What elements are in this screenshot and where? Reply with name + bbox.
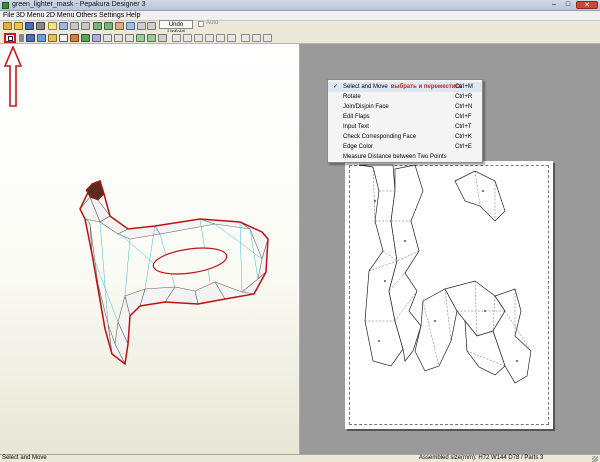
menu-help[interactable]: Help <box>126 12 140 19</box>
view-back-icon[interactable] <box>205 34 214 42</box>
view-front-icon[interactable] <box>183 34 192 42</box>
menu-item-label: Edge Color <box>343 144 374 150</box>
menu-item-shortcut: Ctrl+M <box>455 84 473 90</box>
menu-item-shortcut: Ctrl+T <box>455 124 472 130</box>
toolbar-edit <box>0 32 600 44</box>
checkmark-icon: ✓ <box>333 84 339 90</box>
settings-icon[interactable] <box>147 22 156 30</box>
add-part-icon[interactable] <box>136 34 145 42</box>
dropdown-arrow-icon[interactable] <box>19 34 24 42</box>
menu-file[interactable]: File <box>3 12 14 19</box>
view-top-icon[interactable] <box>172 34 181 42</box>
maximize-button[interactable]: □ <box>562 1 574 9</box>
menu-others[interactable]: Others <box>76 12 97 19</box>
move-icon[interactable] <box>125 34 134 42</box>
save-icon[interactable] <box>25 22 34 30</box>
view-3d[interactable] <box>0 44 300 454</box>
window-title: green_lighter_mask - Pepakura Designer 3 <box>12 1 146 8</box>
toolbar-main <box>0 21 600 32</box>
status-mode: Select and Move <box>2 455 47 461</box>
new-file-icon[interactable] <box>3 22 12 30</box>
edge-color-icon[interactable] <box>81 34 90 42</box>
join-face-icon[interactable] <box>37 34 46 42</box>
refresh-icon[interactable] <box>263 34 272 42</box>
resize-grip-icon[interactable] <box>592 456 598 462</box>
remove-part-icon[interactable] <box>147 34 156 42</box>
scale-icon[interactable] <box>59 22 68 30</box>
texture-icon[interactable] <box>115 22 124 30</box>
rotate-icon[interactable] <box>26 34 35 42</box>
app-icon <box>2 2 9 9</box>
menu-item-select-and-move[interactable]: ✓ Select and Move выбрать и переместить C… <box>328 82 482 92</box>
paper-sheet <box>345 161 553 429</box>
menu-item-shortcut: Ctrl+R <box>455 94 473 100</box>
menu-item-label: Measure Distance between Two Points <box>343 154 447 160</box>
menu-item-measure-distance[interactable]: Measure Distance between Two Points <box>328 152 482 162</box>
menu-item-label: Check Corresponding Face <box>343 134 417 140</box>
menu-2d[interactable]: 2D Menu <box>46 12 74 19</box>
unfold-icon[interactable] <box>48 22 57 30</box>
view-bottom-icon[interactable] <box>216 34 225 42</box>
mode-dropdown-menu: ✓ Select and Move выбрать и переместить C… <box>327 79 483 163</box>
russian-annotation: выбрать и переместить <box>390 84 463 90</box>
menu-item-shortcut: Ctrl+E <box>455 144 472 150</box>
open-folder-icon[interactable] <box>14 22 23 30</box>
menu-item-label: Join/Disjoin Face <box>343 104 389 110</box>
eye-hole <box>152 247 228 275</box>
undo-icon[interactable] <box>70 22 79 30</box>
title-bar: green_lighter_mask - Pepakura Designer 3… <box>0 0 600 11</box>
menu-3d[interactable]: 3D Menu <box>16 12 44 19</box>
zoom-fit-icon[interactable] <box>241 34 250 42</box>
minimize-button[interactable]: – <box>548 1 560 9</box>
menu-item-rotate[interactable]: Rotate Ctrl+R <box>328 92 482 102</box>
menu-item-label: Input Text <box>343 124 369 130</box>
close-button[interactable]: ✕ <box>576 1 598 9</box>
edit-flaps-icon[interactable] <box>48 34 57 42</box>
menu-item-label: Rotate <box>343 94 361 100</box>
auto-checkbox[interactable] <box>198 21 204 27</box>
menu-bar: File 3D Menu 2D Menu Others Settings Hel… <box>0 11 600 21</box>
redo-icon[interactable] <box>81 22 90 30</box>
fit-view-icon[interactable] <box>137 22 146 30</box>
menu-item-label: Edit Flaps <box>343 114 370 120</box>
zoom-window-icon[interactable] <box>252 34 261 42</box>
menu-item-shortcut: Ctrl+F <box>455 114 472 120</box>
menu-settings[interactable]: Settings <box>99 12 124 19</box>
grid-icon[interactable] <box>103 34 112 42</box>
select-and-move-icon[interactable] <box>4 33 16 43</box>
show-flaps-icon[interactable] <box>126 22 135 30</box>
menu-item-label: Select and Move <box>343 84 388 90</box>
view-iso-icon[interactable] <box>227 34 236 42</box>
input-text-icon[interactable] <box>59 34 68 42</box>
arrange-icon[interactable] <box>158 34 167 42</box>
menu-item-shortcut: Ctrl+N <box>455 104 473 110</box>
zoom-in-icon[interactable] <box>93 22 102 30</box>
menu-item-shortcut: Ctrl+K <box>455 134 472 140</box>
mask-model-3d[interactable] <box>0 44 300 454</box>
status-bar: Select and Move Assembled size(mm): H72 … <box>0 454 600 462</box>
unfolded-parts[interactable] <box>345 161 553 429</box>
menu-item-join-disjoin-face[interactable]: Join/Disjoin Face Ctrl+N <box>328 102 482 112</box>
measure-icon[interactable] <box>92 34 101 42</box>
menu-item-input-text[interactable]: Input Text Ctrl+T <box>328 122 482 132</box>
menu-item-edge-color[interactable]: Edge Color Ctrl+E <box>328 142 482 152</box>
menu-item-check-corresponding-face[interactable]: Check Corresponding Face Ctrl+K <box>328 132 482 142</box>
status-assembled-size: Assembled size(mm): H72 W144 D78 / Parts… <box>419 455 544 461</box>
align-icon[interactable] <box>114 34 123 42</box>
view-side-icon[interactable] <box>194 34 203 42</box>
menu-item-edit-flaps[interactable]: Edit Flaps Ctrl+F <box>328 112 482 122</box>
zoom-out-icon[interactable] <box>104 22 113 30</box>
check-face-icon[interactable] <box>70 34 79 42</box>
print-icon[interactable] <box>36 22 45 30</box>
undo-unfold-button[interactable]: Undo Unfold <box>159 20 193 36</box>
auto-label: Auto <box>206 20 219 26</box>
